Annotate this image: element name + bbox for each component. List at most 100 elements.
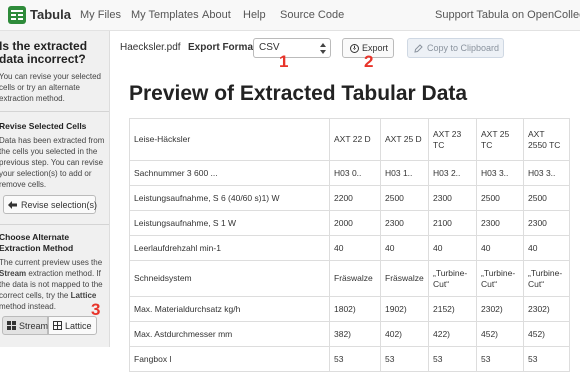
- table-cell: 53: [329, 346, 381, 372]
- table-row-label: Max. Materialdurchsatz kg/h: [129, 296, 330, 322]
- table-cell: Fräswalze: [329, 260, 381, 297]
- table-cell: 452): [523, 321, 570, 347]
- table-cell: 422): [428, 321, 477, 347]
- brand[interactable]: Tabula: [8, 6, 71, 24]
- nav-help[interactable]: Help: [243, 8, 266, 23]
- table-cell: AXT 22 D: [329, 118, 381, 161]
- copy-to-clipboard-button[interactable]: Copy to Clipboard: [407, 38, 504, 58]
- revise-button-label: Revise selection(s): [21, 199, 98, 210]
- table-cell: 40: [476, 235, 524, 261]
- table-cell: 1902): [380, 296, 429, 322]
- table-row-label: Schneidsystem: [129, 260, 330, 297]
- table-cell: AXT 25 TC: [476, 118, 524, 161]
- table-cell: 2500: [523, 185, 570, 211]
- export-format-value: CSV: [259, 42, 280, 53]
- sidebar-title: Is the extracted data incorrect?: [0, 39, 88, 66]
- table-cell: H03 2..: [428, 160, 477, 186]
- download-icon: [350, 43, 359, 53]
- table-cell: 2300: [380, 210, 429, 236]
- nav-about[interactable]: About: [202, 8, 231, 23]
- table-cell: 2152): [428, 296, 477, 322]
- table-row: Leistungsaufnahme, S 6 (40/60 s)1) W 2200…: [129, 185, 570, 211]
- stream-button[interactable]: Stream: [2, 316, 48, 335]
- table-row-label: Leise-Häcksler: [129, 118, 330, 161]
- table-row-label: Max. Astdurchmesser mm: [129, 321, 330, 347]
- table-cell: 40: [523, 235, 570, 261]
- step-marker-2: 2: [364, 52, 374, 71]
- current-method-name: Stream: [0, 269, 27, 278]
- clipboard-icon: [414, 43, 423, 53]
- sidebar-divider-2: [0, 224, 109, 225]
- table-cell: 382): [329, 321, 381, 347]
- table-cell: H03 3..: [476, 160, 524, 186]
- table-cell: 1802): [329, 296, 381, 322]
- nav-source-code[interactable]: Source Code: [280, 8, 344, 23]
- table-cell: 2300: [476, 210, 524, 236]
- table-row: Leistungsaufnahme, S 1 W 2000 2300 2100 2300…: [129, 210, 570, 236]
- table-cell: 2500: [476, 185, 524, 211]
- stream-button-label: Stream: [19, 320, 49, 331]
- lattice-button-label: Lattice: [65, 320, 92, 331]
- table-row-label: Sachnummer 3 600 ...: [129, 160, 330, 186]
- table-cell: „Turbine-Cut“: [428, 260, 477, 297]
- table-cell: 40: [329, 235, 381, 261]
- table-cell: 2000: [329, 210, 381, 236]
- nav-support-link[interactable]: Support Tabula on OpenCollective!: [435, 8, 580, 23]
- table-row-label: Fangbox l: [129, 346, 330, 372]
- table-row: Leerlaufdrehzahl min-1 40 40 40 40 40: [129, 235, 570, 261]
- table-row: Fangbox l 53 53 53 53 53: [129, 346, 570, 372]
- table-cell: AXT 25 D: [380, 118, 429, 161]
- table-row: Schneidsystem Fräswalze Fräswalze „Turbine-…: [129, 260, 570, 297]
- table-cell: 2300: [523, 210, 570, 236]
- sidebar-intro: You can revise your selected cells or tr…: [0, 72, 101, 103]
- copy-button-label: Copy to Clipboard: [427, 43, 500, 53]
- alt-text-part-3: method instead.: [0, 302, 56, 311]
- alternate-method-name: Lattice: [70, 291, 97, 300]
- table-cell: „Turbine-Cut“: [523, 260, 570, 297]
- table-cell: H03 0..: [329, 160, 381, 186]
- table-cell: 40: [428, 235, 477, 261]
- brand-name: Tabula: [30, 7, 71, 22]
- table-cell: 452): [476, 321, 524, 347]
- table-cell: 402): [380, 321, 429, 347]
- export-format-select[interactable]: CSV: [253, 38, 331, 58]
- table-row-label: Leistungsaufnahme, S 1 W: [129, 210, 330, 236]
- sidebar-divider: [0, 111, 109, 112]
- alt-text-part-1: The current preview uses the: [0, 258, 103, 267]
- nav-my-files[interactable]: My Files: [80, 8, 121, 23]
- file-name: Haecksler.pdf: [120, 42, 181, 53]
- table-icon: [53, 321, 62, 330]
- extracted-data-table: Leise-Häcksler AXT 22 D AXT 25 D AXT 23 TC A…: [129, 118, 570, 372]
- table-row: Max. Astdurchmesser mm 382) 402) 422) 452) 45…: [129, 321, 570, 347]
- table-cell: 2100: [428, 210, 477, 236]
- revise-heading: Revise Selected Cells: [0, 121, 87, 131]
- tabula-logo-icon: [8, 6, 26, 24]
- alt-method-text: The current preview uses the Stream extr…: [0, 257, 105, 312]
- table-cell: Fräswalze: [380, 260, 429, 297]
- select-arrows-icon: [320, 43, 326, 54]
- export-format-label: Export Format:: [188, 42, 260, 53]
- step-marker-1: 1: [279, 52, 289, 71]
- table-row-label: Leerlaufdrehzahl min-1: [129, 235, 330, 261]
- top-navbar: Tabula My Files My Templates About Help …: [0, 0, 580, 31]
- table-cell: H03 3..: [523, 160, 570, 186]
- table-row: Max. Materialdurchsatz kg/h 1802) 1902) 215…: [129, 296, 570, 322]
- arrow-left-icon: [8, 200, 17, 209]
- table-cell: 2300: [428, 185, 477, 211]
- table-cell: H03 1..: [380, 160, 429, 186]
- alt-method-heading: Choose Alternate Extraction Method: [0, 232, 74, 253]
- table-row: Leise-Häcksler AXT 22 D AXT 25 D AXT 23 TC A…: [129, 118, 570, 161]
- revise-selections-button[interactable]: Revise selection(s): [3, 195, 98, 214]
- revise-text: Data has been extracted from the cells y…: [0, 136, 105, 189]
- step-marker-3: 3: [91, 300, 101, 319]
- table-cell: 53: [523, 346, 570, 372]
- table-cell: 2302): [523, 296, 570, 322]
- table-cell: „Turbine-Cut“: [476, 260, 524, 297]
- nav-my-templates[interactable]: My Templates: [131, 8, 199, 23]
- table-cell: AXT 23 TC: [428, 118, 477, 161]
- grid-icon: [7, 321, 16, 330]
- lattice-button[interactable]: Lattice: [48, 316, 97, 335]
- table-cell: 53: [428, 346, 477, 372]
- table-row: Sachnummer 3 600 ... H03 0.. H03 1.. H03 2.…: [129, 160, 570, 186]
- table-cell: 53: [380, 346, 429, 372]
